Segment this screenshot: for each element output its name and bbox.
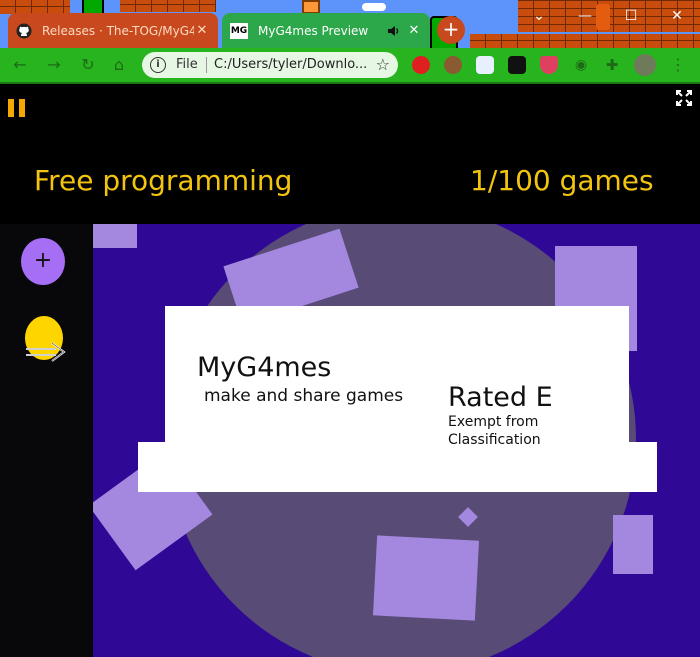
rating-description: Exempt from Classification <box>448 414 541 448</box>
url-text[interactable]: C:/Users/tyler/Downlo... <box>214 57 366 72</box>
minimize-button[interactable]: — <box>562 0 608 32</box>
logo-title: MyG4mes <box>197 352 332 383</box>
brick-decoration <box>0 0 70 14</box>
decor-square <box>613 515 653 574</box>
fullscreen-icon[interactable] <box>676 90 692 106</box>
question-block-decoration <box>302 0 320 14</box>
eye-extension-icon[interactable]: ◉ <box>572 56 590 74</box>
back-icon[interactable]: ← <box>8 53 32 77</box>
close-window-button[interactable]: ✕ <box>654 0 700 32</box>
menu-kebab-icon[interactable]: ⋮ <box>666 53 690 77</box>
brick-decoration <box>120 0 216 12</box>
stop-hand-extension-icon[interactable] <box>412 56 430 74</box>
logo-subtitle: make and share games <box>204 386 404 406</box>
browser-toolbar: ← → ↻ ⌂ i File C:/Users/tyler/Downlo... … <box>0 48 700 84</box>
bookmark-star-icon[interactable]: ☆ <box>376 55 390 74</box>
title-card-base <box>138 442 657 492</box>
pause-icon[interactable] <box>8 99 26 117</box>
brick-ground-decoration <box>470 34 700 48</box>
maximize-button[interactable]: ☐ <box>608 0 654 32</box>
cookie-extension-icon[interactable] <box>444 56 462 74</box>
reader-extension-icon[interactable] <box>476 56 494 74</box>
library-extension-icon[interactable] <box>508 56 526 74</box>
extensions-puzzle-icon[interactable]: ✚ <box>603 56 621 74</box>
new-tab-button[interactable]: + <box>437 16 465 44</box>
profile-avatar[interactable] <box>634 54 656 76</box>
tab-releases[interactable]: Releases · The-TOG/MyG4… ✕ <box>8 13 218 48</box>
tab-title: Releases · The-TOG/MyG4… <box>42 23 194 38</box>
decor-square <box>93 224 137 248</box>
close-tab-icon[interactable]: ✕ <box>406 23 422 38</box>
game-sidebar: + <box>0 224 92 657</box>
cloud-decoration <box>362 3 386 11</box>
reload-icon[interactable]: ↻ <box>76 53 100 77</box>
info-icon[interactable]: i <box>150 57 166 73</box>
tab-search-button[interactable]: ⌄ <box>516 0 562 32</box>
divider <box>206 57 207 73</box>
shield-extension-icon[interactable] <box>540 56 558 74</box>
forward-icon[interactable]: → <box>42 53 66 77</box>
arrow-right-icon <box>26 342 66 362</box>
home-icon[interactable]: ⌂ <box>107 53 131 77</box>
rating-label: Rated E <box>448 382 553 413</box>
add-game-button[interactable]: + <box>21 238 65 285</box>
tab-myg4mes-preview[interactable]: MG MyG4mes Preview ✕ <box>222 13 430 48</box>
speaker-icon[interactable] <box>386 24 400 38</box>
github-icon <box>16 23 32 38</box>
address-bar[interactable]: i File C:/Users/tyler/Downlo... ☆ <box>142 52 398 78</box>
myg4mes-favicon-icon: MG <box>230 22 248 39</box>
close-tab-icon[interactable]: ✕ <box>194 23 210 38</box>
game-counter: 1/100 games <box>470 164 654 197</box>
tab-title: MyG4mes Preview <box>258 23 369 38</box>
game-area: Free programming 1/100 games + MyG4mes m… <box>0 84 700 657</box>
url-scheme: File <box>176 57 198 72</box>
decor-square <box>372 535 480 621</box>
game-canvas[interactable] <box>93 224 700 657</box>
title-bar: Releases · The-TOG/MyG4… ✕ MG MyG4mes Pr… <box>0 0 700 48</box>
mode-label: Free programming <box>34 164 293 197</box>
